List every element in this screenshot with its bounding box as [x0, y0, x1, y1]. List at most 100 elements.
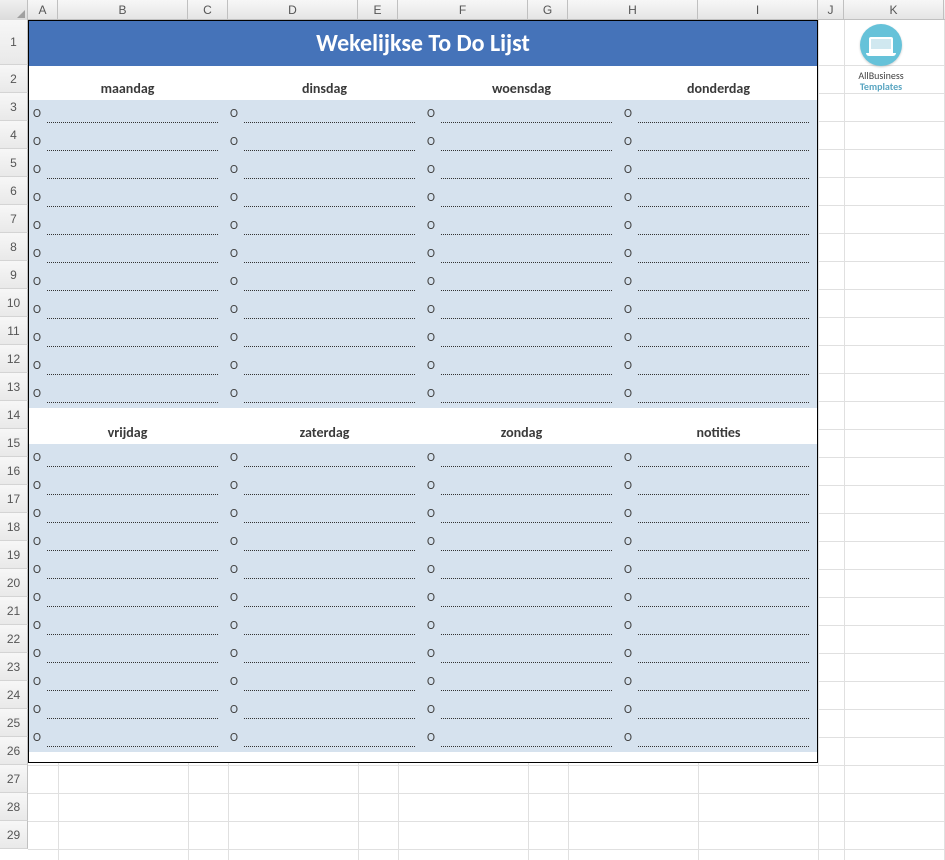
column-header-B[interactable]: B [58, 0, 188, 19]
row-header-20[interactable]: 20 [0, 569, 28, 597]
task-cell[interactable]: O [226, 612, 423, 640]
task-cell[interactable]: O [29, 240, 226, 268]
row-header-6[interactable]: 6 [0, 177, 28, 205]
column-header-D[interactable]: D [228, 0, 358, 19]
task-cell[interactable]: O [29, 472, 226, 500]
task-cell[interactable]: O [226, 472, 423, 500]
row-header-8[interactable]: 8 [0, 233, 28, 261]
task-cell[interactable]: O [620, 724, 817, 752]
column-header-H[interactable]: H [568, 0, 698, 19]
task-cell[interactable]: O [423, 612, 620, 640]
task-cell[interactable]: O [620, 380, 817, 408]
column-header-A[interactable]: A [28, 0, 58, 19]
task-cell[interactable]: O [620, 296, 817, 324]
task-cell[interactable]: O [226, 296, 423, 324]
row-header-29[interactable]: 29 [0, 821, 28, 849]
task-cell[interactable]: O [423, 696, 620, 724]
task-cell[interactable]: O [226, 668, 423, 696]
row-header-16[interactable]: 16 [0, 457, 28, 485]
row-header-10[interactable]: 10 [0, 289, 28, 317]
row-header-26[interactable]: 26 [0, 737, 28, 765]
task-cell[interactable]: O [29, 212, 226, 240]
task-cell[interactable]: O [226, 212, 423, 240]
column-header-C[interactable]: C [188, 0, 228, 19]
row-header-1[interactable]: 1 [0, 20, 28, 65]
task-cell[interactable]: O [226, 380, 423, 408]
row-header-14[interactable]: 14 [0, 401, 28, 429]
task-cell[interactable]: O [620, 668, 817, 696]
task-cell[interactable]: O [620, 324, 817, 352]
task-cell[interactable]: O [29, 612, 226, 640]
task-cell[interactable]: O [226, 640, 423, 668]
task-cell[interactable]: O [620, 240, 817, 268]
task-cell[interactable]: O [226, 324, 423, 352]
task-cell[interactable]: O [29, 324, 226, 352]
row-header-5[interactable]: 5 [0, 149, 28, 177]
task-cell[interactable]: O [226, 696, 423, 724]
task-cell[interactable]: O [423, 724, 620, 752]
task-cell[interactable]: O [29, 668, 226, 696]
task-cell[interactable]: O [29, 100, 226, 128]
task-cell[interactable]: O [29, 696, 226, 724]
task-cell[interactable]: O [423, 212, 620, 240]
task-cell[interactable]: O [620, 444, 817, 472]
row-header-22[interactable]: 22 [0, 625, 28, 653]
row-header-18[interactable]: 18 [0, 513, 28, 541]
task-cell[interactable]: O [620, 584, 817, 612]
task-cell[interactable]: O [423, 444, 620, 472]
row-header-15[interactable]: 15 [0, 429, 28, 457]
task-cell[interactable]: O [423, 128, 620, 156]
task-cell[interactable]: O [620, 528, 817, 556]
row-header-3[interactable]: 3 [0, 93, 28, 121]
task-cell[interactable]: O [29, 128, 226, 156]
task-cell[interactable]: O [423, 296, 620, 324]
task-cell[interactable]: O [423, 668, 620, 696]
task-cell[interactable]: O [226, 100, 423, 128]
task-cell[interactable]: O [423, 584, 620, 612]
row-header-27[interactable]: 27 [0, 765, 28, 793]
row-header-11[interactable]: 11 [0, 317, 28, 345]
task-cell[interactable]: O [620, 212, 817, 240]
column-header-K[interactable]: K [844, 0, 944, 19]
task-cell[interactable]: O [423, 352, 620, 380]
task-cell[interactable]: O [423, 500, 620, 528]
row-header-13[interactable]: 13 [0, 373, 28, 401]
task-cell[interactable]: O [620, 696, 817, 724]
task-cell[interactable]: O [620, 100, 817, 128]
task-cell[interactable]: O [423, 156, 620, 184]
task-cell[interactable]: O [423, 324, 620, 352]
task-cell[interactable]: O [226, 268, 423, 296]
row-header-2[interactable]: 2 [0, 65, 28, 93]
task-cell[interactable]: O [29, 268, 226, 296]
row-header-12[interactable]: 12 [0, 345, 28, 373]
row-header-4[interactable]: 4 [0, 121, 28, 149]
row-header-25[interactable]: 25 [0, 709, 28, 737]
task-cell[interactable]: O [423, 380, 620, 408]
row-header-7[interactable]: 7 [0, 205, 28, 233]
row-header-24[interactable]: 24 [0, 681, 28, 709]
task-cell[interactable]: O [226, 500, 423, 528]
task-cell[interactable]: O [423, 184, 620, 212]
task-cell[interactable]: O [29, 380, 226, 408]
select-all-corner[interactable] [0, 0, 28, 20]
task-cell[interactable]: O [29, 528, 226, 556]
task-cell[interactable]: O [29, 500, 226, 528]
row-header-17[interactable]: 17 [0, 485, 28, 513]
task-cell[interactable]: O [29, 444, 226, 472]
task-cell[interactable]: O [620, 352, 817, 380]
task-cell[interactable]: O [226, 444, 423, 472]
column-header-J[interactable]: J [818, 0, 844, 19]
task-cell[interactable]: O [620, 156, 817, 184]
row-header-23[interactable]: 23 [0, 653, 28, 681]
task-cell[interactable]: O [226, 528, 423, 556]
task-cell[interactable]: O [620, 184, 817, 212]
task-cell[interactable]: O [620, 268, 817, 296]
task-cell[interactable]: O [226, 240, 423, 268]
column-header-E[interactable]: E [358, 0, 398, 19]
task-cell[interactable]: O [29, 352, 226, 380]
task-cell[interactable]: O [226, 128, 423, 156]
task-cell[interactable]: O [620, 556, 817, 584]
column-header-G[interactable]: G [528, 0, 568, 19]
row-header-19[interactable]: 19 [0, 541, 28, 569]
task-cell[interactable]: O [29, 156, 226, 184]
